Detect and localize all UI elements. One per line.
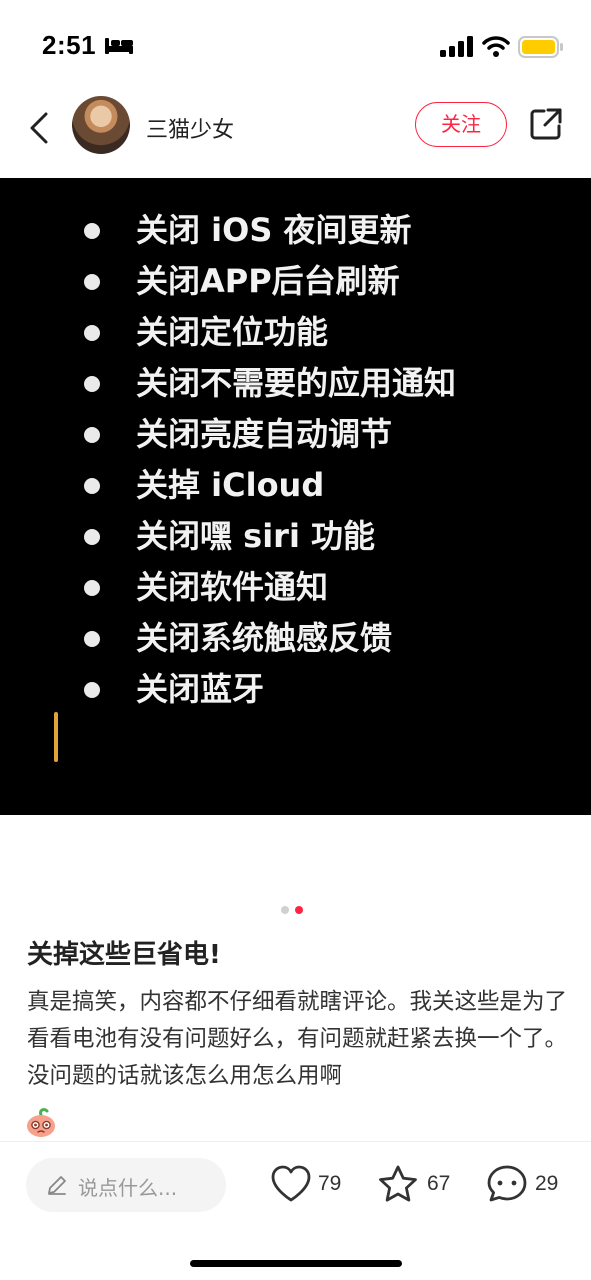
comment-count: 29	[535, 1172, 559, 1195]
star-icon	[379, 1165, 417, 1202]
bottom-divider	[0, 1141, 591, 1142]
bullet-dot-icon	[84, 274, 100, 290]
list-item: 关闭嘿 siri 功能	[84, 512, 456, 563]
list-item-text: 关闭APP后台刷新	[136, 262, 400, 300]
collect-count: 67	[427, 1172, 451, 1195]
follow-button[interactable]: 关注	[415, 102, 507, 147]
list-item-text: 关闭嘿 siri 功能	[136, 517, 376, 555]
bullet-dot-icon	[84, 631, 100, 647]
wifi-icon	[482, 36, 510, 57]
cellular-signal-icon	[440, 36, 473, 57]
heart-icon	[271, 1165, 311, 1202]
note-body: 真是搞笑，内容都不仔细看就瞎评论。我关这些是为了看看电池有没有问题好么，有问题就…	[27, 989, 568, 1089]
bullet-dot-icon	[84, 376, 100, 392]
comment-button[interactable]: 29	[486, 1160, 566, 1210]
list-item: 关闭定位功能	[84, 308, 456, 359]
pencil-icon	[48, 1176, 66, 1195]
comment-bubble-icon	[487, 1165, 527, 1202]
list-item-text: 关闭亮度自动调节	[136, 415, 393, 453]
list-item-text: 关闭软件通知	[136, 568, 329, 606]
like-button[interactable]: 79	[270, 1160, 350, 1210]
note-title: 关掉这些巨省电!	[27, 940, 221, 970]
list-item-text: 关闭定位功能	[136, 313, 329, 351]
peach-face-emoji-icon	[27, 1108, 55, 1137]
battery-icon	[518, 36, 563, 58]
collect-button[interactable]: 67	[377, 1160, 457, 1210]
list-item-text: 关掉 iCloud	[136, 466, 325, 504]
list-item: 关闭蓝牙	[84, 665, 456, 716]
list-item-text: 关闭蓝牙	[136, 670, 265, 708]
list-item-text: 关闭 iOS 夜间更新	[136, 211, 412, 249]
list-item: 关闭不需要的应用通知	[84, 359, 456, 410]
note-image[interactable]: 关闭 iOS 夜间更新 关闭APP后台刷新 关闭定位功能 关闭不需要的应用通知 …	[0, 178, 591, 815]
text-cursor	[54, 712, 58, 762]
list-item: 关掉 iCloud	[84, 461, 456, 512]
list-item: 关闭APP后台刷新	[84, 257, 456, 308]
like-count: 79	[318, 1172, 342, 1195]
comment-input[interactable]: 说点什么...	[26, 1158, 226, 1212]
list-item-text: 关闭系统触感反馈	[136, 619, 393, 657]
back-chevron-icon[interactable]	[24, 108, 54, 148]
home-indicator	[190, 1260, 402, 1267]
status-bar: 2:51	[0, 0, 591, 90]
bullet-dot-icon	[84, 478, 100, 494]
author-avatar[interactable]	[72, 96, 130, 154]
bullet-dot-icon	[84, 325, 100, 341]
list-item: 关闭系统触感反馈	[84, 614, 456, 665]
bullet-dot-icon	[84, 682, 100, 698]
pager-dot-active[interactable]	[295, 906, 303, 914]
bullet-dot-icon	[84, 529, 100, 545]
author-name[interactable]: 三猫少女	[146, 112, 234, 144]
status-time: 2:51	[42, 30, 97, 60]
bullet-list: 关闭 iOS 夜间更新 关闭APP后台刷新 关闭定位功能 关闭不需要的应用通知 …	[84, 206, 456, 716]
comment-placeholder: 说点什么...	[78, 1176, 178, 1200]
pager-dot[interactable]	[281, 906, 289, 914]
share-icon[interactable]	[528, 106, 564, 142]
bullet-dot-icon	[84, 427, 100, 443]
note-nav-bar: 三猫少女 关注	[0, 90, 591, 178]
list-item: 关闭 iOS 夜间更新	[84, 206, 456, 257]
bullet-dot-icon	[84, 580, 100, 596]
list-item: 关闭软件通知	[84, 563, 456, 614]
sleep-mode-icon	[105, 38, 133, 54]
list-item: 关闭亮度自动调节	[84, 410, 456, 461]
list-item-text: 关闭不需要的应用通知	[136, 364, 457, 402]
bullet-dot-icon	[84, 223, 100, 239]
